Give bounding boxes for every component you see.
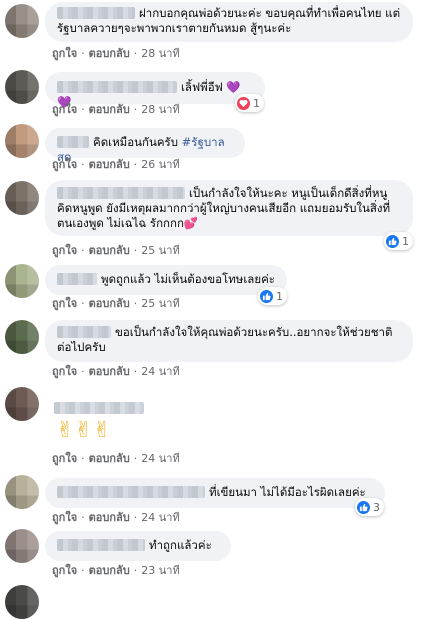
timestamp[interactable]: 23 นาที	[141, 564, 179, 577]
like-link[interactable]: ถูกใจ	[52, 297, 77, 310]
comment-bubble: เลิ้ฟพี่อีฟ 💜💜	[45, 72, 265, 109]
separator: ·	[133, 158, 138, 171]
reply-link[interactable]: ตอบกลับ	[89, 365, 130, 378]
blurred-author-name[interactable]	[57, 486, 205, 498]
reaction-badge[interactable]: 1	[258, 287, 287, 305]
reply-link[interactable]: ตอบกลับ	[89, 103, 130, 116]
like-link[interactable]: ถูกใจ	[52, 244, 77, 257]
comment-actions: ถูกใจ · ตอบกลับ · 24 นาที	[52, 511, 180, 525]
reply-link[interactable]: ตอบกลับ	[89, 511, 130, 524]
reply-link[interactable]: ตอบกลับ	[89, 244, 130, 257]
avatar[interactable]	[5, 320, 39, 354]
reply-link[interactable]: ตอบกลับ	[89, 47, 130, 60]
reaction-badge[interactable]: 3	[355, 498, 384, 516]
like-link[interactable]: ถูกใจ	[52, 103, 77, 116]
comment-text: ทำถูกแล้วค่ะ	[149, 538, 212, 552]
timestamp[interactable]: 28 นาที	[141, 103, 179, 116]
timestamp[interactable]: 24 นาที	[141, 452, 179, 465]
comment-bubble: พูดถูกแล้ว ไม่เห็นต้องขอโทษเลยค่ะ	[45, 265, 287, 295]
comment-actions: ถูกใจ · ตอบกลับ · 28 นาที	[52, 103, 180, 117]
separator: ·	[81, 103, 85, 116]
separator: ·	[133, 511, 138, 524]
like-link[interactable]: ถูกใจ	[52, 365, 77, 378]
reply-link[interactable]: ตอบกลับ	[89, 297, 130, 310]
like-link[interactable]: ถูกใจ	[52, 452, 77, 465]
blurred-author-name[interactable]	[57, 273, 97, 285]
reaction-count: 3	[373, 500, 380, 514]
comment-actions: ถูกใจ · ตอบกลับ · 24 นาที	[52, 365, 180, 379]
comment-actions: ถูกใจ · ตอบกลับ · 25 นาที	[52, 297, 180, 311]
comment-bubble: ที่เขียนมา ไม่ได้มีอะไรผิดเลยค่ะ	[45, 478, 385, 508]
timestamp[interactable]: 26 นาที	[141, 158, 179, 171]
timestamp[interactable]: 24 นาที	[141, 511, 179, 524]
comment-text: พูดถูกแล้ว ไม่เห็นต้องขอโทษเลยค่ะ	[101, 272, 275, 286]
reaction-count: 1	[253, 96, 260, 110]
separator: ·	[133, 297, 138, 310]
comment-actions: ถูกใจ · ตอบกลับ · 24 นาที	[52, 452, 180, 466]
avatar[interactable]	[5, 124, 39, 158]
emoji-content: ✌✌✌	[56, 418, 112, 443]
separator: ·	[133, 365, 138, 378]
blurred-author-name[interactable]	[57, 136, 89, 148]
blurred-author-name[interactable]	[57, 7, 135, 19]
reaction-count: 1	[276, 289, 283, 303]
blurred-author-name[interactable]	[57, 81, 177, 93]
comment-text: คิดเหมือนกันครับ	[93, 135, 182, 149]
blurred-author-name[interactable]	[57, 187, 185, 199]
like-link[interactable]: ถูกใจ	[52, 47, 77, 60]
comment-bubble: เป็นกำลังใจให้นะคะ หนูเป็นเด็กดีสิ่งที่ห…	[45, 180, 413, 236]
separator: ·	[133, 452, 138, 465]
separator: ·	[133, 103, 138, 116]
avatar[interactable]	[5, 585, 39, 619]
blurred-author-name[interactable]	[57, 539, 145, 551]
comment-bubble: ฝากบอกคุณพ่อด้วยนะค่ะ ขอบคุณที่ทำเพื่อคน…	[45, 2, 413, 42]
like-link[interactable]: ถูกใจ	[52, 564, 77, 577]
timestamp[interactable]: 24 นาที	[141, 365, 179, 378]
avatar[interactable]	[5, 387, 39, 421]
comment-bubble: ขอเป็นกำลังใจให้คุณพ่อด้วยนะครับ..อยากจะ…	[45, 320, 413, 362]
reply-link[interactable]: ตอบกลับ	[89, 452, 130, 465]
reaction-badge[interactable]: 1	[235, 94, 264, 112]
separator: ·	[81, 564, 85, 577]
avatar[interactable]	[5, 181, 39, 215]
timestamp[interactable]: 25 นาที	[141, 297, 179, 310]
comment-bubble: ทำถูกแล้วค่ะ	[45, 531, 231, 561]
reaction-count: 1	[402, 234, 409, 248]
reply-link[interactable]: ตอบกลับ	[89, 564, 130, 577]
like-icon	[260, 289, 273, 303]
blurred-author-name[interactable]	[57, 326, 111, 338]
comment-actions: ถูกใจ · ตอบกลับ · 23 นาที	[52, 564, 180, 578]
heart-icon	[237, 96, 250, 110]
reply-link[interactable]: ตอบกลับ	[89, 158, 130, 171]
avatar[interactable]	[5, 475, 39, 509]
avatar[interactable]	[5, 70, 39, 104]
separator: ·	[133, 564, 138, 577]
comment-actions: ถูกใจ · ตอบกลับ · 28 นาที	[52, 47, 180, 61]
like-link[interactable]: ถูกใจ	[52, 158, 77, 171]
timestamp[interactable]: 28 นาที	[141, 47, 179, 60]
separator: ·	[81, 452, 85, 465]
like-icon	[357, 500, 370, 514]
avatar[interactable]	[5, 4, 39, 38]
separator: ·	[81, 365, 85, 378]
separator: ·	[81, 511, 85, 524]
comment-bubble: คิดเหมือนกันครับ #รัฐบาลสด	[45, 128, 245, 164]
separator: ·	[81, 158, 85, 171]
separator: ·	[133, 47, 138, 60]
separator: ·	[133, 244, 138, 257]
comment-text: ที่เขียนมา ไม่ได้มีอะไรผิดเลยค่ะ	[209, 485, 366, 499]
separator: ·	[81, 244, 85, 257]
comment-actions: ถูกใจ · ตอบกลับ · 26 นาที	[52, 158, 180, 172]
avatar[interactable]	[5, 529, 39, 563]
timestamp[interactable]: 25 นาที	[141, 244, 179, 257]
avatar[interactable]	[5, 264, 39, 298]
like-link[interactable]: ถูกใจ	[52, 511, 77, 524]
reaction-badge[interactable]: 1	[384, 232, 413, 250]
blurred-author-name[interactable]	[54, 397, 148, 416]
like-icon	[386, 234, 399, 248]
comment-actions: ถูกใจ · ตอบกลับ · 25 นาที	[52, 244, 180, 258]
separator: ·	[81, 297, 85, 310]
separator: ·	[81, 47, 85, 60]
